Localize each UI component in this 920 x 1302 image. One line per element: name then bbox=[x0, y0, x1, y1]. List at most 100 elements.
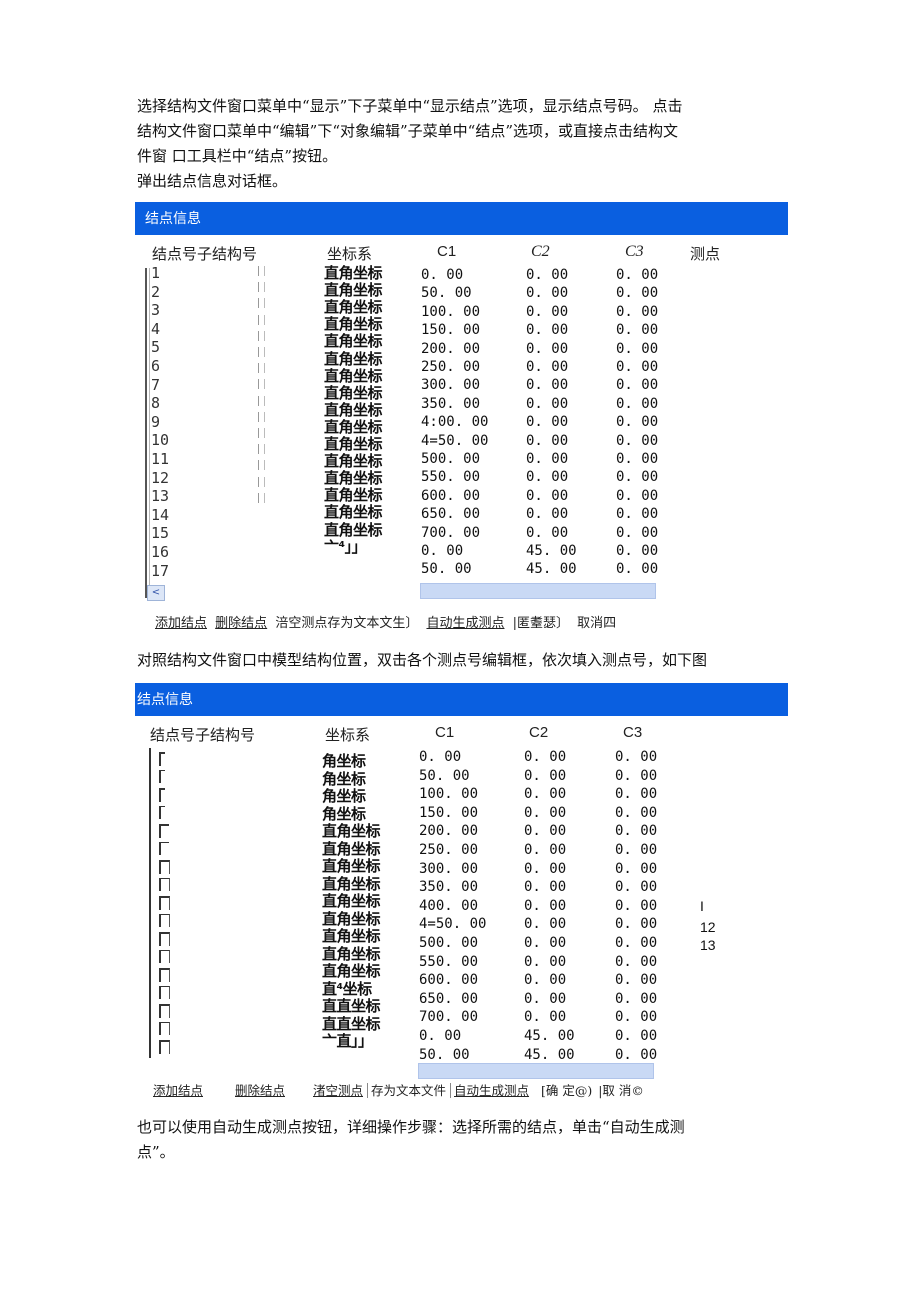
c3-cell[interactable]: 0. 00 bbox=[615, 1028, 657, 1044]
c2-cell[interactable]: 0. 00 bbox=[526, 396, 568, 412]
c1-cell[interactable]: 50. 00 bbox=[419, 768, 470, 784]
c1-cell[interactable]: 0. 00 bbox=[419, 749, 461, 765]
c2-cell[interactable]: 0. 00 bbox=[524, 768, 566, 784]
c3-cell[interactable]: 0. 00 bbox=[615, 805, 657, 821]
c2-cell[interactable]: 0. 00 bbox=[524, 972, 566, 988]
c2-cell[interactable]: 0. 00 bbox=[524, 786, 566, 802]
c2-cell[interactable]: 0. 00 bbox=[526, 506, 568, 522]
node-index-cell[interactable]: 13 bbox=[151, 487, 169, 505]
c2-cell[interactable]: 0. 00 bbox=[526, 267, 568, 283]
c1-cell[interactable]: 200. 00 bbox=[421, 341, 480, 357]
c3-cell[interactable]: 0. 00 bbox=[616, 341, 658, 357]
node-glyph[interactable] bbox=[159, 986, 170, 999]
c1-cell[interactable]: 150. 00 bbox=[421, 322, 480, 338]
dialog1-scroll-left-button[interactable]: < bbox=[147, 585, 165, 601]
c2-cell[interactable]: 0. 00 bbox=[526, 488, 568, 504]
node-glyph[interactable] bbox=[159, 824, 169, 838]
auto-generate-button-2[interactable]: 自动生成测点 bbox=[450, 1083, 530, 1098]
c3-cell[interactable]: 0. 00 bbox=[616, 304, 658, 320]
c1-cell[interactable]: 500. 00 bbox=[419, 935, 478, 951]
c1-cell[interactable]: 700. 00 bbox=[419, 1009, 478, 1025]
node-index-cell[interactable]: 8 bbox=[151, 394, 160, 412]
node-index-cell[interactable]: 2 bbox=[151, 283, 160, 301]
node-glyph[interactable] bbox=[159, 1022, 170, 1035]
node-glyph[interactable] bbox=[159, 860, 170, 874]
c1-cell[interactable]: 350. 00 bbox=[419, 879, 478, 895]
c3-cell[interactable]: 0. 00 bbox=[615, 972, 657, 988]
c3-cell[interactable]: 0. 00 bbox=[615, 823, 657, 839]
c3-cell[interactable]: 0. 00 bbox=[616, 561, 658, 577]
c3-cell[interactable]: 0. 00 bbox=[616, 433, 658, 449]
c2-cell[interactable]: 0. 00 bbox=[526, 469, 568, 485]
measure-point-3[interactable]: 13 bbox=[700, 937, 716, 953]
coord-system-cell[interactable]: 亠⁴」」 bbox=[324, 536, 367, 557]
c1-cell[interactable]: 200. 00 bbox=[419, 823, 478, 839]
c3-cell[interactable]: 0. 00 bbox=[616, 525, 658, 541]
c2-cell[interactable]: 0. 00 bbox=[524, 898, 566, 914]
c1-cell[interactable]: 600. 00 bbox=[421, 488, 480, 504]
c1-cell[interactable]: 100. 00 bbox=[419, 786, 478, 802]
c3-cell[interactable]: 0. 00 bbox=[616, 285, 658, 301]
c1-cell[interactable]: 4=50. 00 bbox=[421, 433, 488, 449]
c3-cell[interactable]: 0. 00 bbox=[615, 749, 657, 765]
c3-cell[interactable]: 0. 00 bbox=[615, 1009, 657, 1025]
dialog1-horizontal-scrollbar[interactable] bbox=[420, 583, 656, 599]
node-glyph[interactable] bbox=[159, 932, 170, 946]
node-glyph[interactable] bbox=[159, 1004, 170, 1018]
measure-point-2[interactable]: 12 bbox=[700, 919, 716, 935]
c2-cell[interactable]: 45. 00 bbox=[526, 561, 577, 577]
c2-cell[interactable]: 0. 00 bbox=[526, 359, 568, 375]
measure-point-1[interactable]: I bbox=[700, 898, 704, 914]
c3-cell[interactable]: 0. 00 bbox=[616, 322, 658, 338]
save-text-button[interactable]: 存为文本文件 bbox=[367, 1083, 447, 1098]
node-glyph[interactable] bbox=[159, 842, 169, 855]
node-glyph[interactable] bbox=[159, 806, 165, 819]
c3-cell[interactable]: 0. 00 bbox=[615, 768, 657, 784]
c1-cell[interactable]: 50. 00 bbox=[419, 1047, 470, 1063]
node-glyph[interactable] bbox=[159, 788, 165, 802]
c1-cell[interactable]: 350. 00 bbox=[421, 396, 480, 412]
c2-cell[interactable]: 0. 00 bbox=[524, 861, 566, 877]
delete-node-button-2[interactable]: 删除结点 bbox=[235, 1083, 285, 1098]
add-node-button[interactable]: 添加结点 bbox=[155, 616, 207, 631]
node-glyph[interactable] bbox=[159, 878, 170, 891]
coord-system-cell[interactable]: 亠直」」 bbox=[322, 1030, 373, 1051]
c2-cell[interactable]: 0. 00 bbox=[524, 879, 566, 895]
node-glyph[interactable] bbox=[159, 914, 170, 927]
c3-cell[interactable]: 0. 00 bbox=[615, 786, 657, 802]
c3-cell[interactable]: 0. 00 bbox=[615, 861, 657, 877]
node-index-cell[interactable]: 3 bbox=[151, 301, 160, 319]
c2-cell[interactable]: 0. 00 bbox=[526, 525, 568, 541]
dialog2-horizontal-scrollbar[interactable] bbox=[418, 1063, 654, 1079]
c3-cell[interactable]: 0. 00 bbox=[615, 916, 657, 932]
c3-cell[interactable]: 0. 00 bbox=[616, 267, 658, 283]
c1-cell[interactable]: 300. 00 bbox=[419, 861, 478, 877]
node-index-cell[interactable]: 10 bbox=[151, 431, 169, 449]
c2-cell[interactable]: 0. 00 bbox=[526, 451, 568, 467]
c3-cell[interactable]: 0. 00 bbox=[615, 954, 657, 970]
c2-cell[interactable]: 0. 00 bbox=[526, 414, 568, 430]
auto-generate-button[interactable]: 自动生成测点 bbox=[426, 616, 504, 631]
c2-cell[interactable]: 0. 00 bbox=[524, 749, 566, 765]
c1-cell[interactable]: 300. 00 bbox=[421, 377, 480, 393]
c3-cell[interactable]: 0. 00 bbox=[616, 506, 658, 522]
c2-cell[interactable]: 0. 00 bbox=[526, 433, 568, 449]
c1-cell[interactable]: 700. 00 bbox=[421, 525, 480, 541]
clear-measure-button[interactable]: 渚空测点 bbox=[313, 1083, 363, 1098]
c1-cell[interactable]: 50. 00 bbox=[421, 561, 472, 577]
node-glyph[interactable] bbox=[159, 752, 165, 766]
node-glyph[interactable] bbox=[159, 770, 165, 783]
node-index-cell[interactable]: 4 bbox=[151, 320, 160, 338]
c3-cell[interactable]: 0. 00 bbox=[616, 377, 658, 393]
c1-cell[interactable]: 650. 00 bbox=[419, 991, 478, 1007]
node-index-cell[interactable]: 1 bbox=[151, 264, 160, 282]
node-index-cell[interactable]: 5 bbox=[151, 338, 160, 356]
c3-cell[interactable]: 0. 00 bbox=[615, 935, 657, 951]
c1-cell[interactable]: 250. 00 bbox=[421, 359, 480, 375]
node-index-cell[interactable]: 11 bbox=[151, 450, 169, 468]
c2-cell[interactable]: 0. 00 bbox=[524, 1009, 566, 1025]
c1-cell[interactable]: 150. 00 bbox=[419, 805, 478, 821]
node-glyph[interactable] bbox=[159, 950, 170, 963]
c3-cell[interactable]: 0. 00 bbox=[616, 414, 658, 430]
c2-cell[interactable]: 0. 00 bbox=[524, 805, 566, 821]
